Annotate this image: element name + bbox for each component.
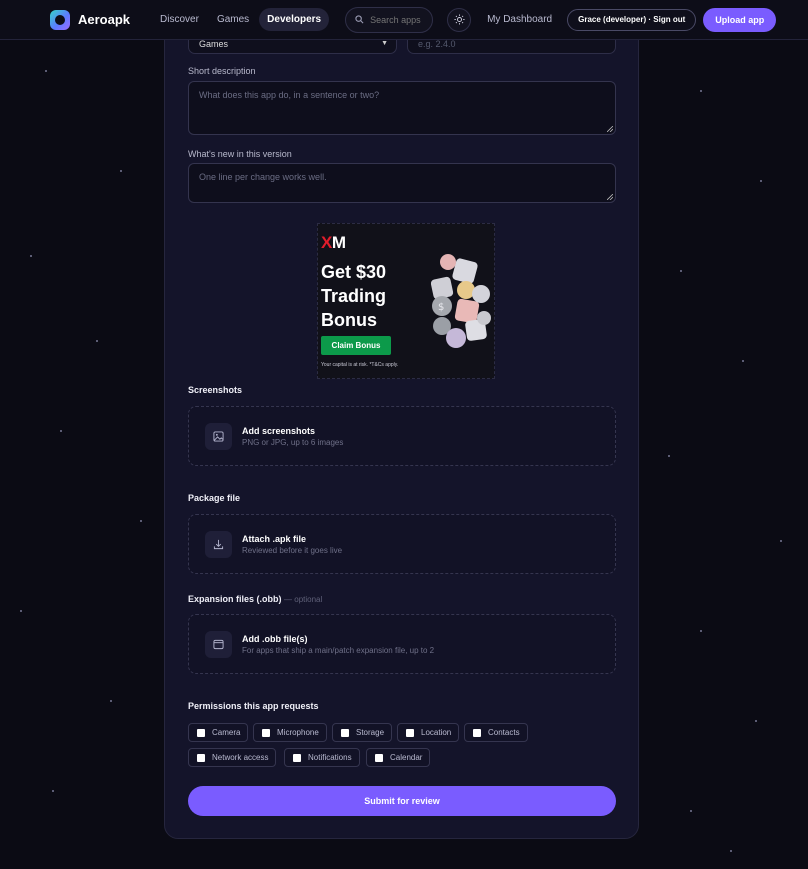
short-description-placeholder: What does this app do, in a sentence or … <box>199 90 380 100</box>
ad-brand-logo: XM <box>321 233 346 252</box>
permission-network-access[interactable]: Network access <box>188 748 277 767</box>
top-nav: Aeroapk Discover Games Developers My Das… <box>0 0 808 40</box>
permission-storage[interactable]: Storage <box>332 723 393 742</box>
category-select-value: Games <box>199 39 229 49</box>
window-icon <box>205 631 232 658</box>
brand-logo[interactable]: Aeroapk <box>50 9 131 30</box>
whats-new-textarea[interactable]: One line per change works well. <box>188 163 616 203</box>
claim-bonus-button[interactable]: Claim Bonus <box>321 336 391 355</box>
checkbox[interactable] <box>197 728 205 737</box>
whats-new-label: What's new in this version <box>188 149 292 159</box>
permission-location[interactable]: Location <box>397 723 460 742</box>
screenshots-dropzone-subtitle: PNG or JPG, up to 6 images <box>242 438 344 447</box>
checkbox[interactable] <box>375 753 383 762</box>
resize-handle-icon[interactable] <box>607 194 613 200</box>
permissions-label: Permissions this app requests <box>188 701 319 711</box>
permission-microphone[interactable]: Microphone <box>253 723 327 742</box>
upload-app-button[interactable]: Upload app <box>703 7 777 32</box>
screenshots-label: Screenshots <box>188 385 243 395</box>
checkbox[interactable] <box>406 728 414 737</box>
ad-disclaimer: Your capital is at risk. *T&Cs apply. <box>321 362 399 368</box>
checkbox[interactable] <box>262 728 270 737</box>
theme-toggle-button[interactable] <box>447 7 472 32</box>
ad-headline: Get $30 Trading Bonus <box>321 262 387 330</box>
whats-new-placeholder: One line per change works well. <box>199 172 327 182</box>
logo-icon <box>50 9 70 30</box>
nav-games[interactable]: Games <box>209 8 257 31</box>
nav-developers[interactable]: Developers <box>259 8 330 31</box>
permission-contacts[interactable]: Contacts <box>464 723 528 742</box>
expansion-files-label: Expansion files (.obb) — optional <box>188 594 323 604</box>
short-description-textarea[interactable]: What does this app do, in a sentence or … <box>188 81 616 135</box>
nav-discover[interactable]: Discover <box>152 8 207 31</box>
advertisement-banner[interactable]: XM Get $30 Trading Bonus $ Claim Bonus Y… <box>317 223 495 379</box>
image-icon <box>205 423 232 450</box>
search-input[interactable] <box>370 14 431 25</box>
user-signout-button[interactable]: Grace (developer) · Sign out <box>567 8 697 31</box>
checkbox[interactable] <box>293 753 301 762</box>
apk-dropzone-subtitle: Reviewed before it goes live <box>242 546 343 555</box>
obb-dropzone-title: Add .obb file(s) <box>242 634 308 644</box>
permission-calendar[interactable]: Calendar <box>366 748 431 767</box>
version-placeholder: e.g. 2.4.0 <box>418 39 456 49</box>
brand-name: Aeroapk <box>78 12 131 27</box>
search-box[interactable] <box>345 6 434 33</box>
checkbox[interactable] <box>473 728 481 737</box>
short-description-label: Short description <box>188 66 256 76</box>
search-icon <box>355 15 364 24</box>
upload-form-card: Games ▼ e.g. 2.4.0 Short description Wha… <box>164 20 639 839</box>
coins-illustration-icon: $ <box>430 254 491 348</box>
chevron-down-icon: ▼ <box>381 40 388 47</box>
optional-tag: — optional <box>284 595 323 604</box>
obb-dropzone-subtitle: For apps that ship a main/patch expansio… <box>242 646 435 655</box>
permission-camera[interactable]: Camera <box>188 723 249 742</box>
checkbox[interactable] <box>341 728 349 737</box>
screenshots-dropzone[interactable]: Add screenshots PNG or JPG, up to 6 imag… <box>188 406 616 466</box>
resize-handle-icon[interactable] <box>607 126 613 132</box>
nav-my-dashboard[interactable]: My Dashboard <box>487 14 552 25</box>
permission-notifications[interactable]: Notifications <box>284 748 360 767</box>
sun-icon <box>454 14 465 25</box>
package-file-label: Package file <box>188 493 241 503</box>
screenshots-dropzone-title: Add screenshots <box>242 426 316 436</box>
submit-for-review-button[interactable]: Submit for review <box>188 786 616 816</box>
download-icon <box>205 531 232 558</box>
obb-dropzone[interactable]: Add .obb file(s) For apps that ship a ma… <box>188 614 616 674</box>
checkbox[interactable] <box>197 753 205 762</box>
apk-dropzone[interactable]: Attach .apk file Reviewed before it goes… <box>188 514 616 574</box>
apk-dropzone-title: Attach .apk file <box>242 534 307 544</box>
svg-text:$: $ <box>438 302 444 313</box>
